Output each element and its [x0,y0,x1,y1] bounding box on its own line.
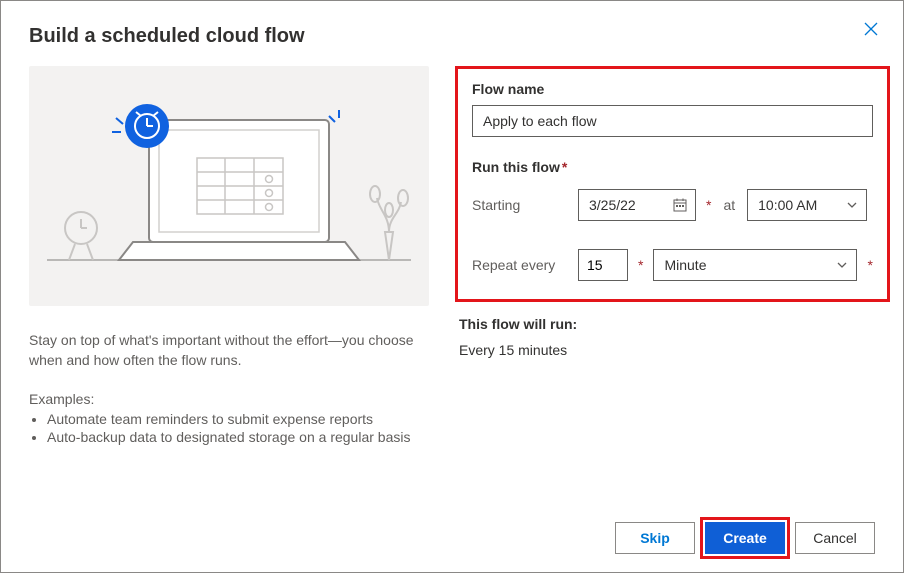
required-marker: * [638,257,643,273]
chevron-down-icon [846,199,858,211]
run-summary-label: This flow will run: [459,316,890,332]
required-marker: * [867,257,872,273]
cancel-button[interactable]: Cancel [795,522,875,554]
starting-date-value: 3/25/22 [589,197,636,213]
chevron-down-icon [836,259,848,271]
starting-date-picker[interactable]: 3/25/22 [578,189,696,221]
starting-label: Starting [472,197,568,213]
run-summary-text: Every 15 minutes [459,342,890,358]
repeat-unit-select[interactable]: Minute [653,249,857,281]
dialog-title: Build a scheduled cloud flow [29,25,875,48]
required-marker: * [706,197,711,213]
calendar-icon [673,198,687,212]
close-button[interactable] [863,21,879,40]
repeat-label: Repeat every [472,257,568,273]
starting-time-select[interactable]: 10:00 AM [747,189,867,221]
example-item: Automate team reminders to submit expens… [47,411,429,427]
form-highlight: Flow name Run this flow* Starting 3/25/2… [455,66,890,302]
description-text: Stay on top of what's important without … [29,330,429,371]
run-flow-label: Run this flow* [472,159,873,175]
examples-label: Examples: [29,391,429,407]
example-item: Auto-backup data to designated storage o… [47,429,429,445]
illustration [29,66,429,306]
at-label: at [721,197,737,213]
left-panel: Stay on top of what's important without … [29,66,429,447]
repeat-value-input[interactable] [578,249,628,281]
skip-button[interactable]: Skip [615,522,695,554]
flow-name-label: Flow name [472,81,873,97]
repeat-unit-value: Minute [664,257,706,273]
create-button[interactable]: Create [705,522,785,554]
right-panel: Flow name Run this flow* Starting 3/25/2… [455,66,890,447]
dialog: Build a scheduled cloud flow [0,0,904,573]
starting-time-value: 10:00 AM [758,197,817,213]
close-icon [863,21,879,37]
flow-name-input[interactable] [472,105,873,137]
dialog-footer: Skip Create Cancel [615,522,875,554]
examples-list: Automate team reminders to submit expens… [29,411,429,445]
